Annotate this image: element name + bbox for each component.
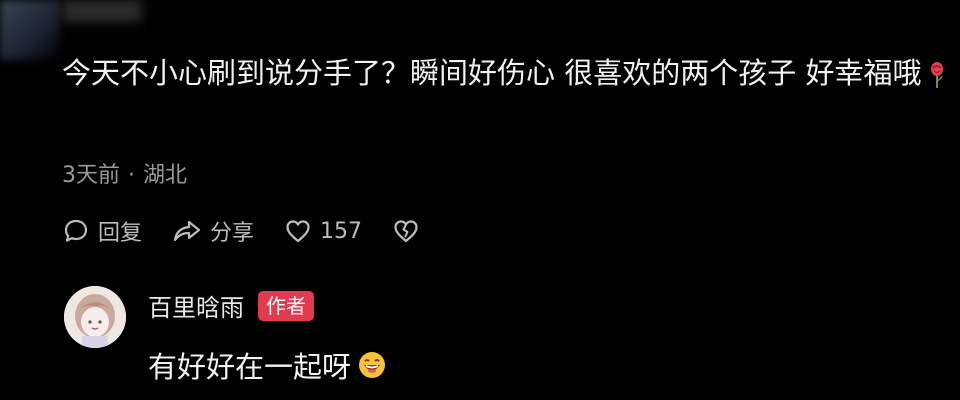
comment-body: 今天不小心刷到说分手了？瞬间好伤心 很喜欢的两个孩子 好幸福哦: [62, 48, 960, 98]
author-badge: 作者: [258, 290, 314, 321]
grinning-face-icon: [359, 352, 386, 378]
comment-meta: 3天前 · 湖北: [62, 157, 187, 189]
reply-text: 有好好在一起呀: [148, 350, 352, 384]
share-arrow-icon: [173, 220, 201, 242]
like-button[interactable]: 157: [284, 217, 362, 245]
share-label: 分享: [210, 221, 255, 246]
reply-author-name[interactable]: 百里晗雨: [148, 288, 244, 323]
chat-bubble-icon: [64, 219, 88, 242]
comment-location: 湖北: [143, 163, 188, 188]
like-count: 157: [320, 218, 363, 244]
avatar-illustration: [64, 286, 126, 348]
reply-header: 百里晗雨 作者: [148, 288, 314, 323]
rose-icon: [931, 62, 944, 88]
reply-button[interactable]: 回复: [62, 215, 142, 247]
avatar[interactable]: [64, 286, 126, 348]
blurred-commenter-avatar[interactable]: [0, 0, 60, 60]
reply-label: 回复: [98, 221, 143, 246]
dislike-button[interactable]: [392, 217, 420, 245]
meta-separator: ·: [128, 163, 135, 188]
heart-icon: [286, 220, 310, 243]
reply-body: 有好好在一起呀: [148, 344, 387, 386]
blurred-commenter-name[interactable]: [62, 0, 142, 22]
comment-time: 3天前: [62, 163, 120, 188]
share-button[interactable]: 分享: [172, 215, 254, 247]
comment-text: 今天不小心刷到说分手了？瞬间好伤心 很喜欢的两个孩子 好幸福哦: [62, 56, 922, 90]
broken-heart-icon: [394, 220, 418, 243]
comment-actions: 回复 分享 157: [62, 213, 450, 249]
